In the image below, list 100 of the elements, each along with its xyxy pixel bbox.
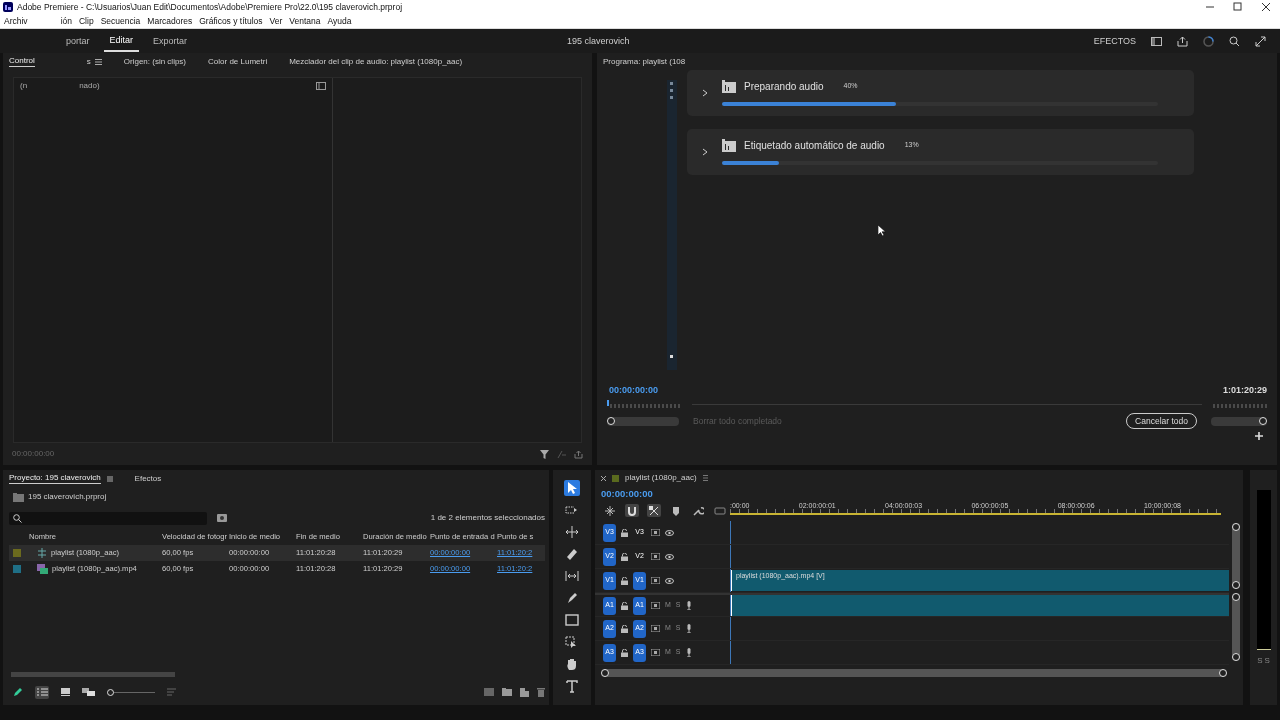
- menu-item[interactable]: Ver: [269, 15, 283, 27]
- menu-item[interactable]: Gráficos y títulos: [199, 15, 263, 27]
- scrollbar[interactable]: [11, 672, 175, 677]
- linked-selection-icon[interactable]: [648, 504, 660, 517]
- panel-tab[interactable]: Efectos: [134, 473, 162, 484]
- workspace-tab[interactable]: Exportar: [147, 31, 194, 51]
- trash-icon[interactable]: [537, 687, 545, 697]
- lock-icon[interactable]: [621, 576, 628, 585]
- workspace-tab[interactable]: portar: [60, 31, 96, 51]
- icon-view-icon[interactable]: [61, 688, 70, 696]
- add-icon[interactable]: [1255, 432, 1263, 440]
- razor-icon[interactable]: [564, 546, 580, 562]
- type-tool-icon[interactable]: [564, 678, 580, 694]
- lock-icon[interactable]: [621, 601, 628, 610]
- sync-lock-icon[interactable]: [651, 529, 660, 536]
- microphone-icon[interactable]: [685, 648, 692, 657]
- window-title: Adobe Premiere - C:\Usuarios\Juan Edit\Documentos\Adobe\Premiere Pro\22.0\195 claverovich.prproj: [17, 1, 403, 13]
- effects-label[interactable]: EFECTOS: [1093, 35, 1136, 47]
- chevron-icon[interactable]: [702, 89, 708, 97]
- eye-icon[interactable]: [665, 553, 674, 560]
- panel-tab[interactable]: Origen: (sin clips): [123, 56, 187, 67]
- audio-clip[interactable]: [731, 595, 1229, 616]
- search-field[interactable]: [9, 511, 207, 525]
- automate-icon[interactable]: [484, 687, 494, 696]
- lock-icon[interactable]: [621, 528, 628, 537]
- panel-tab[interactable]: Mezclador del clip de audio: playlist (1080p_aac): [289, 56, 463, 67]
- sync-lock-icon[interactable]: [651, 625, 660, 632]
- solo-button[interactable]: S: [1257, 656, 1263, 666]
- sequence-color-icon: [612, 474, 619, 482]
- menu-item[interactable]: Marcadores: [147, 15, 193, 27]
- export-icon[interactable]: [574, 449, 583, 459]
- menu-item[interactable]: Archiv: [4, 15, 28, 27]
- freeform-view-icon[interactable]: [82, 688, 95, 696]
- sync-lock-icon[interactable]: [651, 577, 660, 584]
- folder-icon[interactable]: [502, 687, 512, 696]
- insert-mode-icon[interactable]: [604, 504, 616, 517]
- filter-icon[interactable]: [540, 449, 549, 459]
- status-text: (n: [20, 81, 28, 91]
- label-color-swatch[interactable]: [13, 549, 21, 557]
- sequence-tab[interactable]: playlist (1080p_aac): [625, 473, 697, 483]
- snap-icon[interactable]: [626, 504, 638, 517]
- panel-tab[interactable]: Proyecto: 195 claverovich: [9, 472, 101, 485]
- panel-toggle-icon[interactable]: [316, 82, 326, 90]
- lock-icon[interactable]: [621, 624, 628, 633]
- menu-item[interactable]: Clip: [78, 15, 94, 27]
- bin-icon: [13, 492, 24, 502]
- scrollbar[interactable]: [1232, 593, 1240, 661]
- search-icon[interactable]: [1229, 35, 1240, 47]
- new-bin-icon[interactable]: [217, 514, 227, 522]
- lock-icon[interactable]: [621, 552, 628, 561]
- menu-icon[interactable]: [94, 58, 102, 65]
- rectangle-icon[interactable]: [564, 612, 580, 628]
- panel-tab[interactable]: Control: [9, 55, 35, 68]
- slider-thumb[interactable]: [1259, 417, 1267, 425]
- progress-icon[interactable]: [1203, 35, 1214, 47]
- ripple-edit-icon[interactable]: [564, 524, 580, 540]
- timecode: 00:00:00:00: [609, 384, 659, 396]
- close-icon[interactable]: [601, 475, 606, 481]
- sync-lock-icon[interactable]: [651, 553, 660, 560]
- menu-item[interactable]: ión: [60, 15, 72, 27]
- panel-tab[interactable]: Color de Lumetri: [208, 56, 268, 67]
- folder-icon: [722, 139, 736, 152]
- panel-icon[interactable]: [1151, 36, 1162, 46]
- fullscreen-icon[interactable]: [1255, 35, 1266, 47]
- status-text: nado): [79, 81, 100, 91]
- eye-icon[interactable]: [665, 529, 674, 536]
- captions-icon[interactable]: [714, 504, 726, 517]
- workspace-tab[interactable]: Editar: [103, 30, 140, 52]
- slip-icon[interactable]: [564, 568, 580, 584]
- project-name: 195 claverovich: [567, 35, 630, 47]
- menu-item[interactable]: Ventana: [289, 15, 321, 27]
- sync-lock-icon[interactable]: [651, 602, 660, 609]
- video-clip-icon: [37, 564, 48, 574]
- chevron-icon[interactable]: [702, 148, 708, 156]
- zoom-slider[interactable]: [1211, 416, 1267, 426]
- menu-icon[interactable]: [702, 475, 708, 481]
- solo-button[interactable]: S: [1264, 656, 1270, 666]
- label-color-swatch[interactable]: [13, 565, 21, 573]
- eye-icon[interactable]: [665, 577, 674, 584]
- scrollbar[interactable]: [601, 669, 1227, 677]
- zoom-slider[interactable]: [607, 416, 679, 426]
- tab-label-end: s: [86, 56, 91, 67]
- share-icon[interactable]: [1177, 35, 1188, 47]
- panel-title: Programa: playlist (108: [603, 56, 686, 67]
- microphone-icon[interactable]: [685, 601, 692, 610]
- scrollbar[interactable]: [1232, 523, 1240, 589]
- lock-icon[interactable]: [621, 648, 628, 657]
- menu-item[interactable]: Secuencia: [100, 15, 141, 27]
- menu-item[interactable]: Ayuda: [327, 15, 352, 27]
- marker-icon[interactable]: [670, 504, 682, 517]
- new-item-icon[interactable]: [520, 687, 529, 697]
- slider-thumb[interactable]: [607, 417, 615, 425]
- sync-lock-icon[interactable]: [651, 649, 660, 656]
- microphone-icon[interactable]: [685, 624, 692, 633]
- list-view-icon[interactable]: [36, 688, 48, 696]
- slider-thumb[interactable]: [107, 688, 114, 696]
- pencil-icon[interactable]: [13, 687, 23, 697]
- task-label: Preparando audio: [744, 80, 824, 93]
- sequence-icon: [37, 548, 47, 558]
- folder-icon: [722, 80, 736, 93]
